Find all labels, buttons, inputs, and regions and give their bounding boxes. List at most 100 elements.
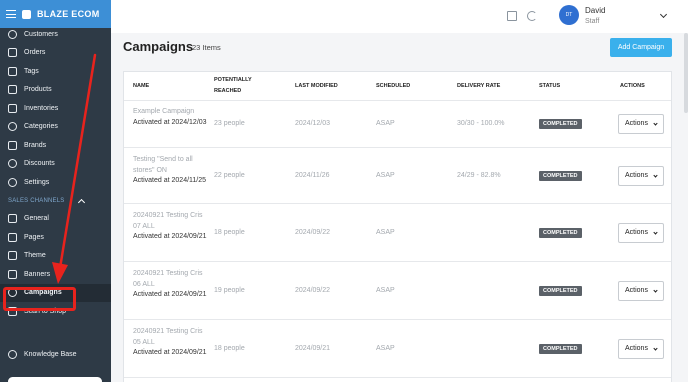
- table-row[interactable]: 20240921 Testing Cris 07 ALL Activated a…: [124, 204, 671, 262]
- inventory-icon: [8, 103, 17, 113]
- sidebar-item-label: Products: [24, 86, 52, 94]
- scheduled-cell: ASAP: [376, 287, 395, 294]
- sidebar-footer: [0, 374, 111, 382]
- sidebar-item-banners[interactable]: Banners: [0, 265, 111, 284]
- status-badge: COMPLETED: [539, 285, 582, 296]
- theme-icon: [8, 251, 17, 261]
- sidebar-item-customers[interactable]: Customers: [0, 25, 111, 44]
- status-badge: COMPLETED: [539, 227, 582, 238]
- gift-icon[interactable]: [507, 11, 517, 21]
- campaign-title: Testing "Send to all stores" ON: [133, 156, 193, 174]
- delivery-cell: 24/29 - 82.8%: [457, 172, 501, 179]
- sidebar-item-discounts[interactable]: Discounts: [0, 155, 111, 174]
- modified-cell: 2024/09/22: [295, 287, 331, 294]
- activated-date: Activated at 2024/09/21: [133, 349, 207, 356]
- add-campaign-button[interactable]: Add Campaign: [610, 38, 672, 57]
- actions-button[interactable]: Actions: [618, 280, 664, 301]
- sidebar-item-knowledge-base[interactable]: Knowledge Base: [0, 345, 111, 364]
- avatar[interactable]: DT: [559, 5, 579, 25]
- column-header-scheduled: SCHEDULED: [376, 82, 411, 89]
- sales-channels-header[interactable]: SALES CHANNELS: [0, 192, 111, 210]
- table-row[interactable]: 20240921 Testing Cris 06 ALL Activated a…: [124, 262, 671, 320]
- scheduled-cell: ASAP: [376, 229, 395, 236]
- campaign-name[interactable]: 20240921 Testing Cris 05 ALL Activated a…: [133, 320, 207, 377]
- sidebar-item-inventories[interactable]: Inventories: [0, 99, 111, 118]
- activated-date: Activated at 2024/09/21: [133, 291, 207, 298]
- modified-cell: 2024/11/26: [295, 172, 330, 179]
- gear-icon: [8, 177, 17, 187]
- table-row[interactable]: Testing "Send to all stores" ON Activate…: [124, 148, 671, 204]
- campaign-name[interactable]: Testing "Send to all stores" ON Activate…: [133, 148, 207, 203]
- chevron-down-icon[interactable]: [659, 10, 668, 19]
- actions-button[interactable]: Actions: [618, 338, 664, 359]
- box-icon: [8, 85, 17, 95]
- sidebar-item-orders[interactable]: Orders: [0, 44, 111, 63]
- sidebar-item-general[interactable]: General: [0, 210, 111, 229]
- chevron-down-icon: [653, 120, 658, 126]
- sidebar-item-label: Banners: [24, 270, 51, 278]
- reached-cell: 18 people: [214, 345, 245, 352]
- campaign-name[interactable]: 20240921 Testing Cris 06 ALL Activated a…: [133, 262, 207, 319]
- reached-cell: 18 people: [214, 229, 245, 236]
- brand-name: BLAZE ECOM: [37, 9, 100, 19]
- sidebar-item-label: Tags: [24, 67, 39, 75]
- column-header-status: STATUS: [539, 82, 561, 89]
- sidebar-item-tags[interactable]: Tags: [0, 62, 111, 81]
- delivery-cell: 30/30 - 100.0%: [457, 120, 505, 127]
- reached-cell: 22 people: [214, 172, 245, 179]
- reached-cell: 19 people: [214, 287, 245, 294]
- footer-pill[interactable]: [8, 377, 102, 382]
- chevron-down-icon: [653, 229, 658, 235]
- tag-icon: [8, 66, 17, 76]
- activated-date: Activated at 2024/12/03: [133, 118, 207, 126]
- scrollbar[interactable]: [684, 33, 688, 113]
- user-role: Staff: [585, 18, 600, 25]
- user-name[interactable]: David: [585, 6, 605, 15]
- chevron-down-icon: [653, 287, 658, 293]
- actions-button[interactable]: Actions: [618, 165, 664, 186]
- chevron-down-icon: [653, 172, 658, 178]
- sidebar-item-brands[interactable]: Brands: [0, 136, 111, 155]
- item-count: 23 Items: [192, 43, 221, 52]
- activated-date: Activated at 2024/11/25: [133, 177, 207, 184]
- status-badge: COMPLETED: [539, 118, 582, 129]
- scheduled-cell: ASAP: [376, 120, 395, 127]
- discount-icon: [8, 159, 17, 169]
- orders-icon: [8, 48, 17, 58]
- help-icon: [8, 349, 17, 359]
- campaign-name[interactable]: 20240921 Testing Cris 07 ALL Activated a…: [133, 204, 207, 261]
- actions-label: Actions: [625, 345, 648, 352]
- sidebar-item-settings[interactable]: Settings: [0, 173, 111, 192]
- main-nav: Customers Orders Tags Products Inventori…: [0, 25, 111, 192]
- campaign-name[interactable]: Example Campaign Activated at 2024/12/03: [133, 100, 207, 147]
- status-badge: COMPLETED: [539, 343, 582, 354]
- sidebar-item-theme[interactable]: Theme: [0, 247, 111, 266]
- menu-icon[interactable]: [6, 10, 16, 18]
- actions-label: Actions: [625, 229, 648, 236]
- logo-icon: [22, 9, 31, 19]
- chevron-up-icon[interactable]: [77, 198, 85, 206]
- sidebar-item-label: Inventories: [24, 104, 59, 112]
- modified-cell: 2024/12/03: [295, 120, 331, 127]
- actions-label: Actions: [625, 287, 648, 294]
- sidebar-item-products[interactable]: Products: [0, 81, 111, 100]
- table-row[interactable]: Example Campaign Activated at 2024/12/03…: [124, 100, 671, 148]
- users-icon: [8, 29, 17, 39]
- book-icon: [8, 140, 17, 150]
- campaign-title: 20240921 Testing Cris 07 ALL: [133, 212, 203, 230]
- campaign-title: 20240921 Testing Cris 06 ALL: [133, 270, 203, 288]
- table-row[interactable]: 20240921 Testing Cris 05 ALL Activated a…: [124, 320, 671, 378]
- general-icon: [8, 214, 17, 224]
- banner-icon: [8, 269, 17, 279]
- actions-button[interactable]: Actions: [618, 113, 664, 134]
- campaign-title: 20240921 Testing Cris 05 ALL: [133, 328, 203, 346]
- activated-date: Activated at 2024/09/21: [133, 233, 207, 240]
- sidebar-item-label: General: [24, 215, 49, 223]
- sidebar-item-label: Settings: [24, 178, 50, 186]
- sidebar-item-label: Brands: [24, 141, 47, 149]
- refresh-icon[interactable]: [527, 11, 537, 21]
- actions-button[interactable]: Actions: [618, 222, 664, 243]
- sidebar-item-categories[interactable]: Categories: [0, 118, 111, 137]
- section-label: SALES CHANNELS: [8, 197, 65, 204]
- sidebar-item-pages[interactable]: Pages: [0, 228, 111, 247]
